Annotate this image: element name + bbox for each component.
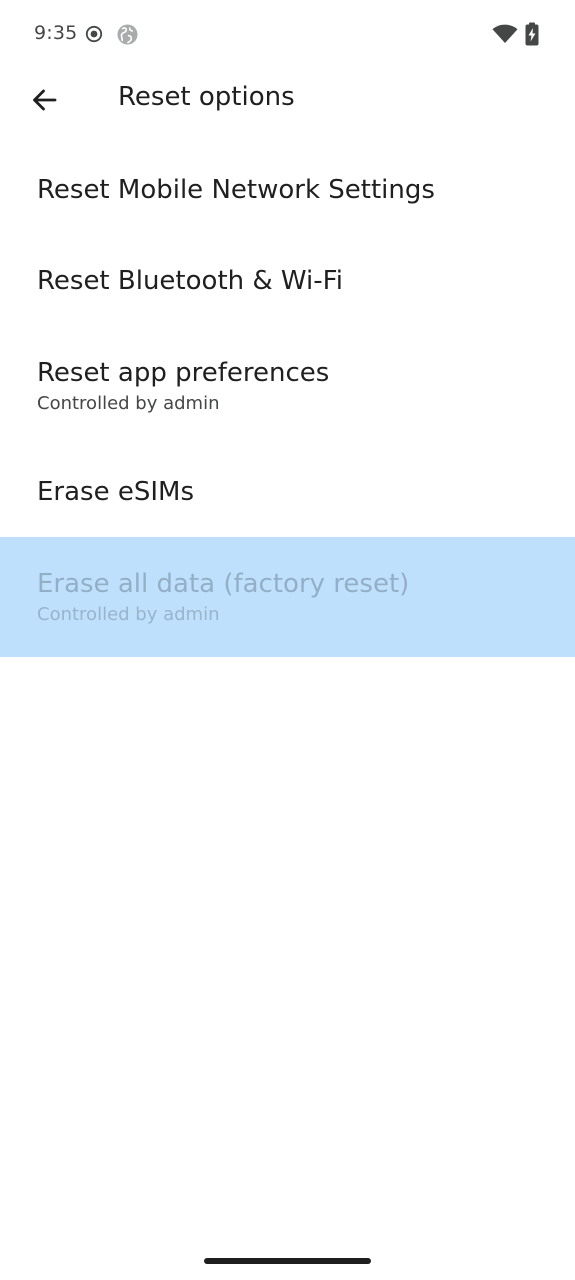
item-title: Erase all data (factory reset): [37, 568, 410, 599]
item-title: Reset Mobile Network Settings: [37, 174, 435, 205]
item-summary: Controlled by admin: [37, 392, 220, 414]
item-title: Erase eSIMs: [37, 476, 195, 507]
item-title: Reset Bluetooth & Wi-Fi: [37, 265, 343, 296]
globe-icon: [117, 24, 138, 45]
reset-app-preferences-item[interactable]: Reset app preferences Controlled by admi…: [0, 326, 575, 446]
page-title: Reset options: [118, 82, 295, 112]
battery-charging-icon: [525, 22, 539, 46]
back-button[interactable]: [18, 74, 70, 126]
reset-mobile-network-settings-item[interactable]: Reset Mobile Network Settings: [0, 144, 575, 235]
navigation-handle[interactable]: [204, 1258, 371, 1264]
reset-options-list: Reset Mobile Network Settings Reset Blue…: [0, 144, 575, 657]
status-time: 9:35: [34, 22, 78, 44]
erase-esims-item[interactable]: Erase eSIMs: [0, 446, 575, 537]
status-bar: 9:35: [0, 0, 575, 68]
record-icon: [85, 25, 103, 43]
arrow-back-icon: [33, 89, 57, 111]
reset-bluetooth-wifi-item[interactable]: Reset Bluetooth & Wi-Fi: [0, 235, 575, 326]
item-title: Reset app preferences: [37, 357, 330, 388]
item-summary: Controlled by admin: [37, 603, 220, 625]
wifi-icon: [492, 24, 518, 43]
factory-reset-item[interactable]: Erase all data (factory reset) Controlle…: [0, 537, 575, 657]
app-bar: Reset options: [0, 60, 575, 140]
